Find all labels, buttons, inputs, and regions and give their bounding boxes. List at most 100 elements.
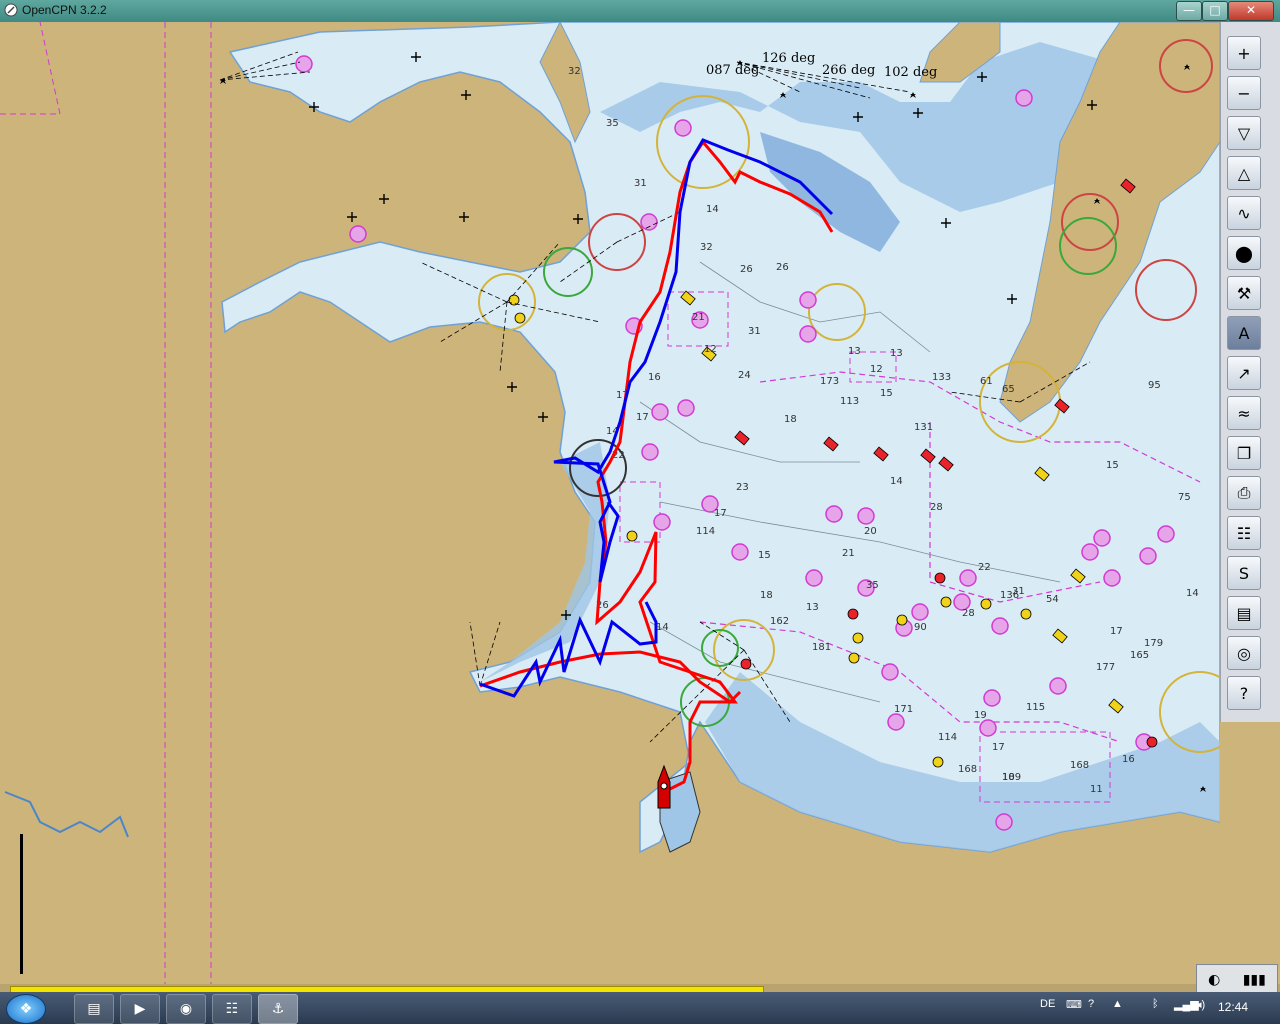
depth-sounding: 17 <box>1110 626 1123 637</box>
depth-sounding: 19 <box>974 710 987 721</box>
depth-sounding: 168 <box>1070 760 1089 771</box>
depth-sounding: 26 <box>776 262 789 273</box>
depth-sounding: 32 <box>700 242 713 253</box>
current-icon[interactable]: ↗ <box>1227 356 1261 390</box>
track-icon[interactable]: S <box>1227 556 1261 590</box>
color-scheme-icon[interactable]: ▤ <box>1227 596 1261 630</box>
bearing-label: 102 deg <box>884 65 937 80</box>
maximize-button[interactable]: □ <box>1202 1 1228 21</box>
depth-sounding: 18 <box>784 414 797 425</box>
depth-sounding: 15 <box>880 388 893 399</box>
depth-sounding: 136 <box>1000 590 1019 601</box>
depth-sounding: 31 <box>634 178 647 189</box>
depth-sounding: 114 <box>938 732 957 743</box>
depth-sounding: 179 <box>1144 638 1163 649</box>
depth-sounding: 54 <box>1046 594 1059 605</box>
text-icon[interactable]: A <box>1227 316 1261 350</box>
depth-sounding: 75 <box>1178 492 1191 503</box>
depth-sounding: 13 <box>890 348 903 359</box>
explorer-task[interactable]: ▤ <box>74 994 114 1024</box>
chrome-task[interactable]: ◉ <box>166 994 206 1024</box>
depth-sounding: 131 <box>914 422 933 433</box>
depth-sounding: 13 <box>848 346 861 357</box>
depth-sounding: 28 <box>962 608 975 619</box>
depth-sounding: 165 <box>1130 650 1149 661</box>
depth-sounding: 173 <box>820 376 839 387</box>
depth-sounding: 35 <box>866 580 879 591</box>
depth-sounding: 168 <box>958 764 977 775</box>
depth-sounding: 109 <box>1002 772 1021 783</box>
depth-sounding: 16 <box>648 372 661 383</box>
ship-icon[interactable]: ⬤ <box>1227 236 1261 270</box>
bluetooth-icon[interactable]: ᛒ <box>1152 998 1159 1010</box>
zoom-out-icon[interactable]: − <box>1227 76 1261 110</box>
depth-sounding: 32 <box>568 66 581 77</box>
volume-icon[interactable]: ◂) <box>1196 998 1205 1011</box>
depth-sounding: 14 <box>1186 588 1199 599</box>
depth-sounding: 113 <box>840 396 859 407</box>
depth-sounding: 21 <box>842 548 855 559</box>
bearing-label: 126 deg <box>762 51 815 66</box>
gps-signal-icon: ▮▮▮ <box>1242 972 1266 988</box>
window-title: OpenCPN 3.2.2 <box>22 3 107 17</box>
depth-sounding: 90 <box>914 622 927 633</box>
depth-sounding: 14 <box>706 204 719 215</box>
depth-sounding: 15 <box>1106 460 1119 471</box>
bearing-label: 087 deg <box>706 63 759 78</box>
depth-sounding: 21 <box>692 312 705 323</box>
app-icon <box>4 3 18 17</box>
mob-icon[interactable]: ◎ <box>1227 636 1261 670</box>
opencpn-task[interactable]: ⚓ <box>258 994 298 1024</box>
depth-sounding: 23 <box>736 482 749 493</box>
depth-sounding: 17 <box>636 412 649 423</box>
scale-bar <box>20 834 23 974</box>
depth-sounding: 13 <box>806 602 819 613</box>
notepad-task[interactable]: ☷ <box>212 994 252 1024</box>
depth-sounding: 17 <box>992 742 1005 753</box>
media-player-task[interactable]: ▶ <box>120 994 160 1024</box>
depth-sounding: 65 <box>1002 384 1015 395</box>
depth-sounding: 22 <box>978 562 991 573</box>
tool-bar: + − ▽ △ ∿ ⬤ ⚒ A ↗ ≈ ❐ ⎙ ☷ S ▤ ◎? <box>1220 22 1280 722</box>
title-bar: OpenCPN 3.2.2 — □ ✕ <box>0 0 1280 22</box>
depth-sounding: 12 <box>704 344 717 355</box>
depth-sounding: 95 <box>1148 380 1161 391</box>
help-tray-icon[interactable]: ? <box>1088 998 1094 1010</box>
route-icon[interactable]: ∿ <box>1227 196 1261 230</box>
help-icon[interactable]: ? <box>1227 676 1261 710</box>
show-hidden-icons[interactable]: ▲ <box>1112 998 1123 1010</box>
depth-sounding: 26 <box>740 264 753 275</box>
route-manager-icon[interactable]: ☷ <box>1227 516 1261 550</box>
depth-sounding: 115 <box>1026 702 1045 713</box>
taskbar: ❖ ▤ ▶ ◉ ☷ ⚓ DE ⌨ ? ▲ ᛒ ▂▄▆ ◂) 12:44 <box>0 992 1280 1024</box>
print-icon[interactable]: ⎙ <box>1227 476 1261 510</box>
depth-sounding: 171 <box>894 704 913 715</box>
depth-sounding: 28 <box>930 502 943 513</box>
compass-icon: ◐ <box>1208 972 1221 988</box>
zoom-in-icon[interactable]: + <box>1227 36 1261 70</box>
keyboard-icon[interactable]: ⌨ <box>1066 998 1082 1011</box>
bearing-label: 266 deg <box>822 63 875 78</box>
depth-sounding: 133 <box>932 372 951 383</box>
clock[interactable]: 12:44 <box>1218 1000 1248 1014</box>
settings-icon[interactable]: ⚒ <box>1227 276 1261 310</box>
depth-sounding: 17 <box>714 508 727 519</box>
scale-down-icon[interactable]: ▽ <box>1227 116 1261 150</box>
depth-sounding: 14 <box>656 622 669 633</box>
start-button[interactable]: ❖ <box>6 994 46 1024</box>
depth-sounding: 181 <box>812 642 831 653</box>
network-icon[interactable]: ▂▄▆ <box>1174 998 1199 1011</box>
minimize-button[interactable]: — <box>1176 1 1202 21</box>
depth-sounding: 11 <box>1090 784 1103 795</box>
scale-up-icon[interactable]: △ <box>1227 156 1261 190</box>
tide-icon[interactable]: ≈ <box>1227 396 1261 430</box>
layer-icon[interactable]: ❐ <box>1227 436 1261 470</box>
language-indicator[interactable]: DE <box>1040 998 1055 1010</box>
depth-sounding: 162 <box>770 616 789 627</box>
depth-sounding: 31 <box>748 326 761 337</box>
chart-canvas[interactable]: 32 35 31 32 26 26 16 24 12 21 31 14 15 18 23 14 17 28 20 21… <box>0 22 1220 984</box>
close-button[interactable]: ✕ <box>1228 1 1274 21</box>
depth-sounding: 12 <box>870 364 883 375</box>
nautical-chart[interactable]: 32 35 31 32 26 26 16 24 12 21 31 14 15 18 23 14 17 28 20 21… <box>0 22 1220 984</box>
depth-sounding: 14 <box>890 476 903 487</box>
